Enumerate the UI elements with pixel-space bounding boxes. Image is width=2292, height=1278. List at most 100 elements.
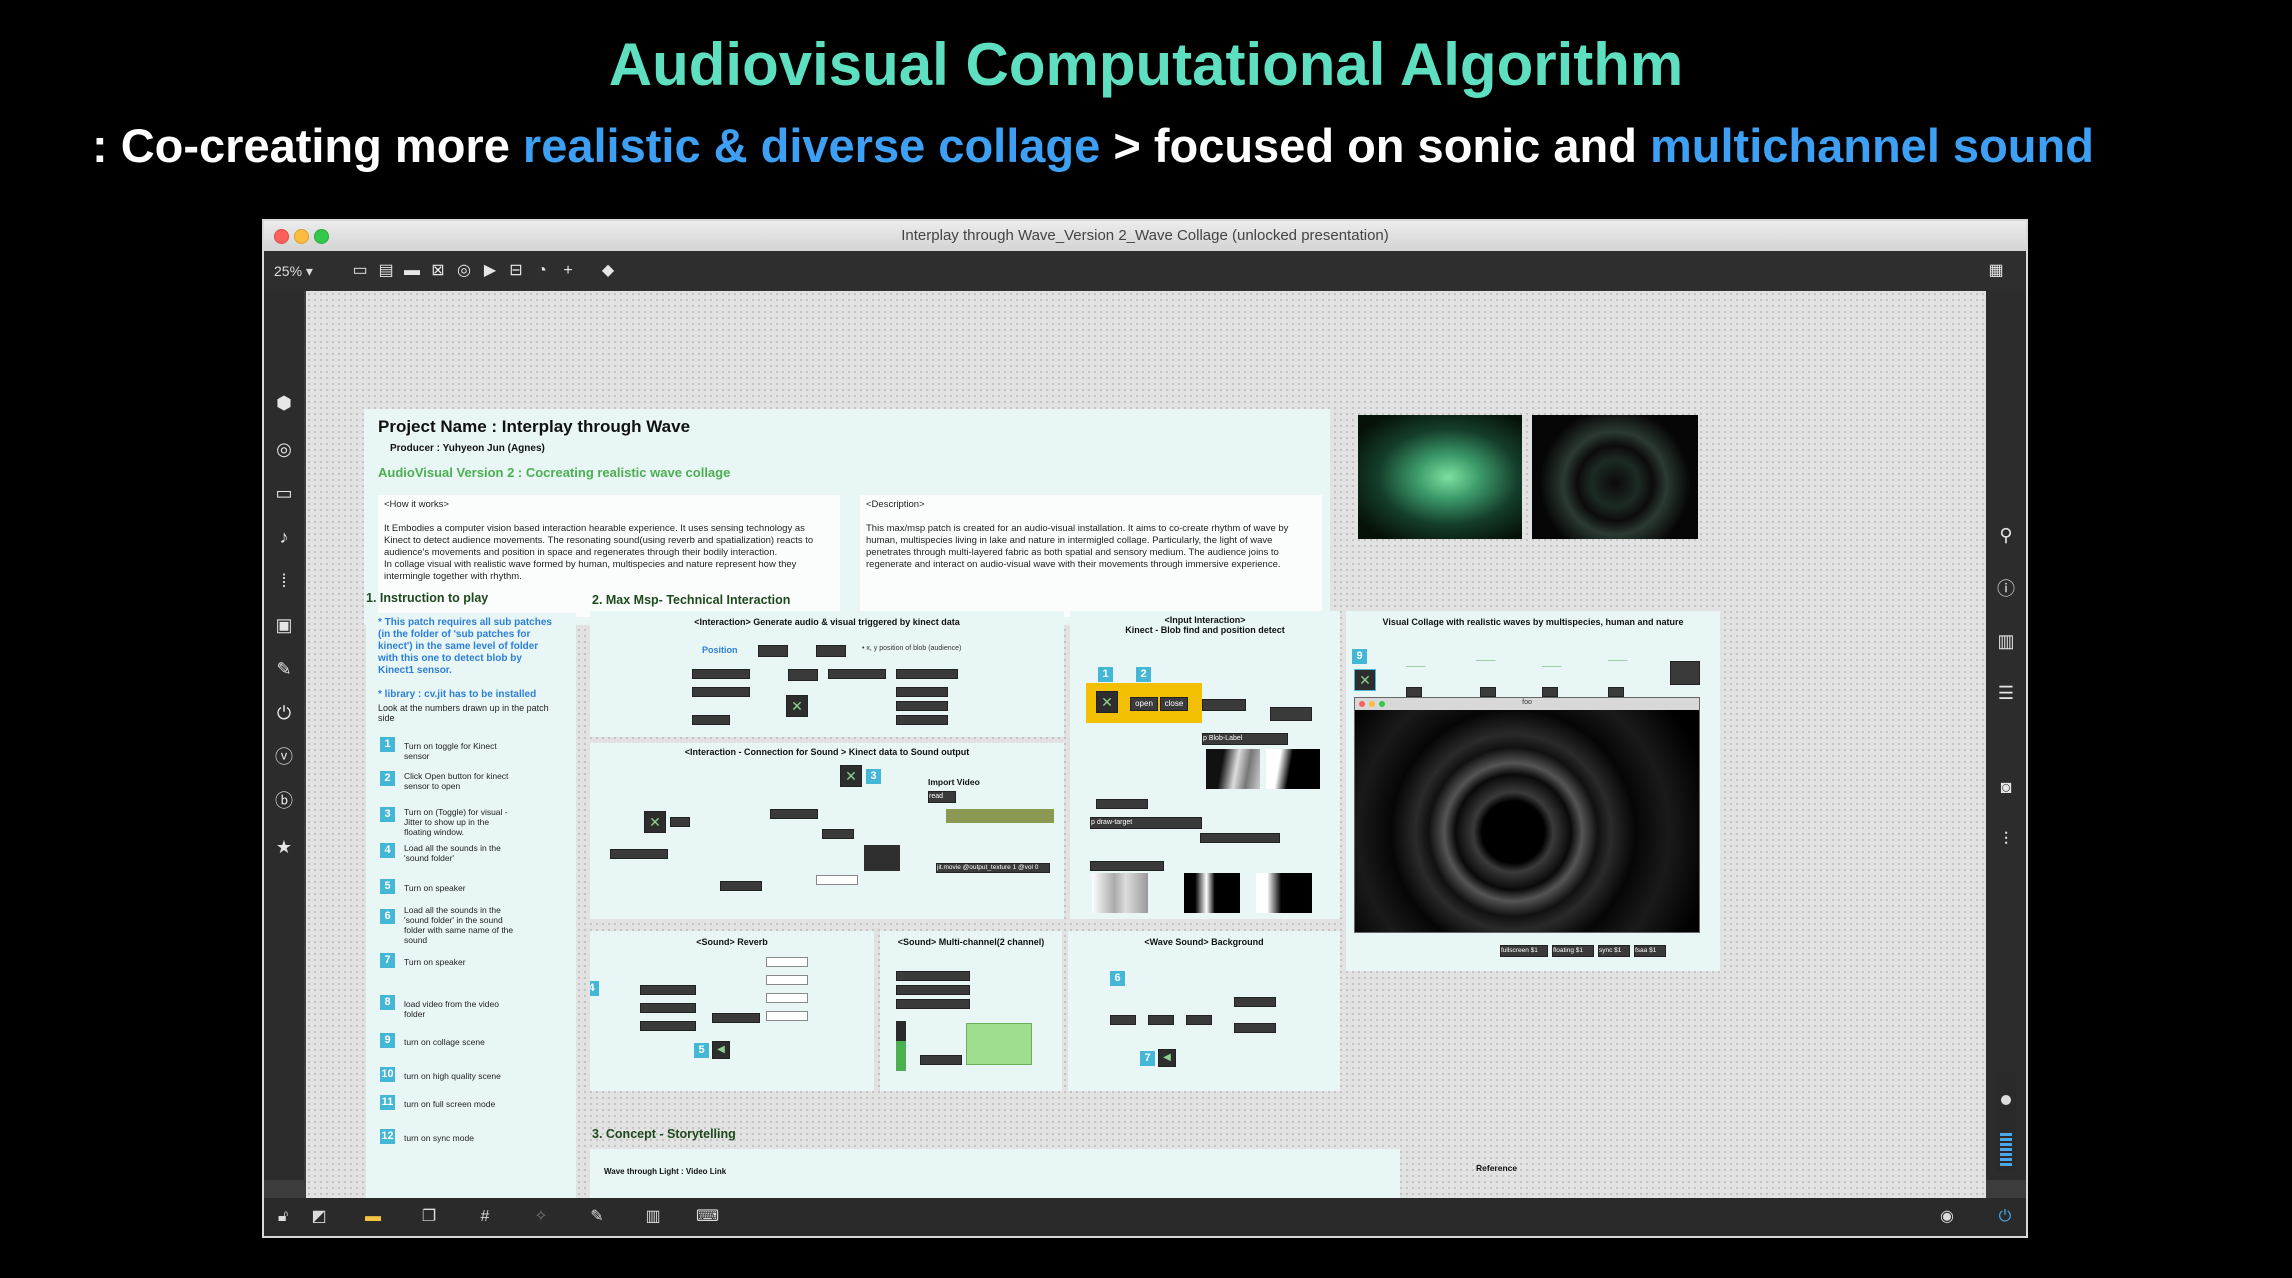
number-box[interactable] [1270,707,1312,721]
object-box[interactable] [1234,997,1276,1007]
object-box[interactable] [720,881,762,891]
dotted-list-icon[interactable]: ⁞ [272,569,296,593]
object-box[interactable] [766,957,808,967]
object-box[interactable] [1234,1023,1276,1033]
mixer-icon[interactable]: ⫶ [1994,827,2018,851]
piano-icon[interactable]: ▥ [642,1206,664,1228]
object-box[interactable] [1090,861,1164,871]
play-object-icon[interactable]: ▶ [480,261,500,281]
power-icon[interactable]: ⏻ [1994,1206,2016,1228]
compare-object[interactable] [788,669,818,681]
paint-bucket-icon[interactable]: ◆ [598,261,618,281]
dac-object[interactable] [920,1055,962,1065]
wrench-icon[interactable]: ✎ [586,1206,608,1228]
object-box[interactable] [896,999,970,1009]
package-icon[interactable]: ⬢ [272,391,296,415]
fsaa-message[interactable]: fsaa $1 [1634,945,1666,957]
message-box-icon[interactable]: ▤ [376,261,396,281]
object-box[interactable] [1406,687,1422,697]
object-box[interactable] [766,993,808,1003]
close-button[interactable]: close [1160,697,1188,711]
object-box[interactable] [1110,1015,1136,1025]
object-box[interactable] [896,971,970,981]
star-icon[interactable]: ★ [272,835,296,859]
sfplay-object[interactable] [640,1003,696,1013]
object-box[interactable] [1670,661,1700,685]
object-box[interactable] [1480,687,1496,697]
number-box-x[interactable] [758,645,788,657]
collage-toggle[interactable]: ✕ [1354,669,1376,691]
object-box[interactable] [766,1011,808,1021]
kinect-toggle[interactable]: ✕ [1096,691,1118,713]
sfplay-object[interactable] [640,1021,696,1031]
keyboard-icon[interactable]: ⌨ [696,1206,719,1228]
scale-object[interactable] [692,669,750,679]
info-icon[interactable]: ⓘ [1994,577,2018,601]
image-icon[interactable]: ▣ [272,613,296,637]
book-icon[interactable]: ▥ [1994,629,2018,653]
fullscreen-message[interactable]: fullscreen $1 [1500,945,1548,957]
object-box[interactable] [896,985,970,995]
paperclip-icon[interactable]: ✎ [272,657,296,681]
speaker-toggle[interactable]: ◀ [712,1041,730,1059]
dialog-icon[interactable]: ▭ [272,481,296,505]
gain-slider[interactable] [896,1021,906,1071]
floating-message[interactable]: floating $1 [1552,945,1594,957]
line-object[interactable] [896,687,948,697]
open-button[interactable]: open [1130,697,1158,711]
plug-icon[interactable]: ⏻ [272,701,296,725]
search-icon[interactable]: ⚲ [1994,523,2018,547]
draw-target-object[interactable]: p draw-target [1090,817,1202,829]
blob-label-object[interactable]: p Blob-Label [1202,733,1288,745]
layers-icon[interactable]: ❐ [418,1206,440,1228]
object-box[interactable] [1608,687,1624,697]
presentation-icon[interactable]: ◩ [308,1206,330,1228]
sel-object[interactable] [670,817,690,827]
scale-object[interactable] [828,669,886,679]
read-message[interactable]: read [928,791,956,803]
jitter-floating-window[interactable]: foo [1354,697,1700,933]
grid-icon[interactable]: # [474,1206,496,1228]
b-circle-icon[interactable]: ⓑ [272,789,296,813]
number-box[interactable] [1202,699,1246,711]
prepend-object[interactable] [692,715,730,725]
add-object-icon[interactable]: + [558,261,578,281]
toggle-button[interactable]: ✕ [644,811,666,833]
object-box[interactable] [1542,687,1558,697]
v-circle-icon[interactable]: ⓥ [272,745,296,769]
number-box-y[interactable] [816,645,846,657]
list-icon[interactable]: ☰ [1994,681,2018,705]
bang-button[interactable]: ✕ [786,695,808,717]
camera-icon[interactable]: ◙ [1994,775,2018,799]
speaker-toggle[interactable]: ◀ [1158,1049,1176,1067]
button-object-icon[interactable]: ⊠ [428,261,448,281]
dial-icon[interactable]: ◔ [532,261,552,281]
object-box[interactable] [1148,1015,1174,1025]
slider-icon[interactable]: ⊟ [506,261,526,281]
object-box[interactable] [766,975,808,985]
toggle-icon[interactable]: ◎ [454,261,474,281]
audio-level-meter[interactable] [1996,1071,2016,1171]
message-object[interactable] [816,875,858,885]
patcher-canvas[interactable]: Project Name : Interplay through Wave Pr… [306,291,1986,1200]
sync-message[interactable]: sync $1 [1598,945,1630,957]
grid-view-icon[interactable]: ▦ [1986,261,2006,281]
toggle-button[interactable]: ✕ [840,765,862,787]
pan-control[interactable] [966,1023,1032,1065]
comment-toggle-icon[interactable]: ▬ [362,1206,384,1228]
music-note-icon[interactable]: ♪ [272,525,296,549]
playbar[interactable] [946,809,1054,823]
sfplay-object[interactable] [640,985,696,995]
message-object[interactable] [770,809,818,819]
zoom-level[interactable]: 25% ▾ [274,263,313,280]
line-object[interactable] [896,715,948,725]
scale-object[interactable] [692,687,750,697]
reverb-object[interactable] [712,1013,760,1023]
snap-icon[interactable]: ✧ [530,1206,552,1228]
play-circle-icon[interactable]: ◉ [1936,1206,1958,1228]
object-box[interactable] [1186,1015,1212,1025]
jit-movie-object[interactable]: jit.movie @output_texture 1 @vol 0 [936,863,1050,873]
new-object-icon[interactable]: ▭ [350,261,370,281]
object-box[interactable] [1200,833,1280,843]
volume-knob[interactable] [2001,1095,2011,1105]
